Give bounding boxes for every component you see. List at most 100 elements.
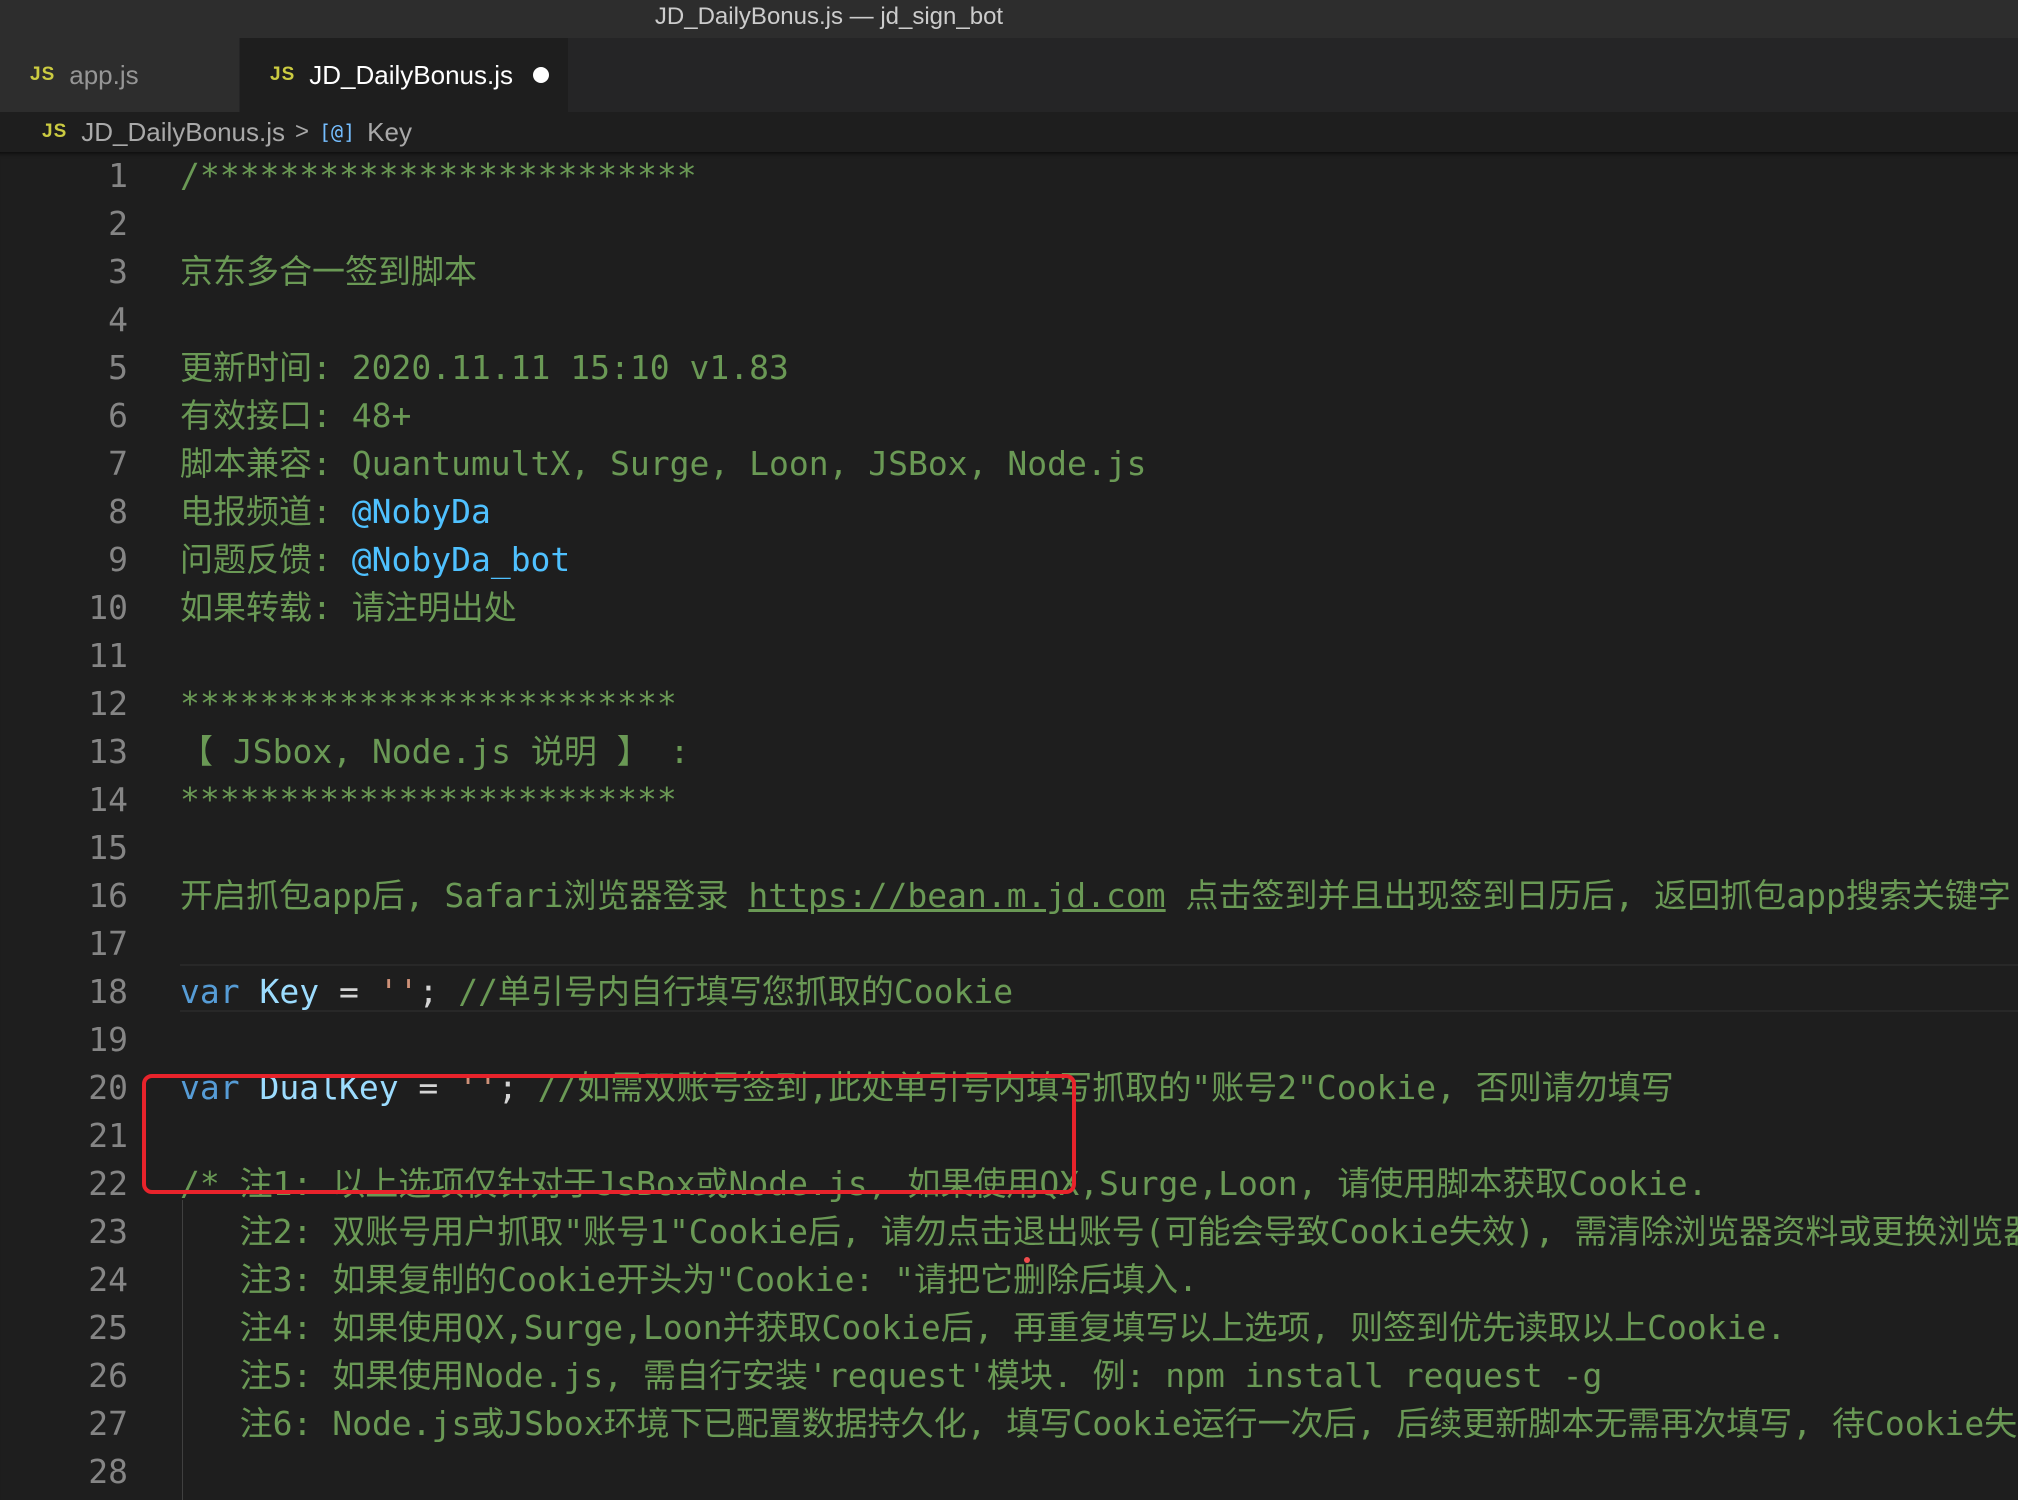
line-text: 注3: 如果复制的Cookie开头为"Cookie: "请把它删除后填入. <box>180 1260 1198 1299</box>
line-number: 25 <box>88 1308 128 1347</box>
code-line-28[interactable]: 28 <box>0 1448 2018 1496</box>
line-number: 1 <box>108 156 128 195</box>
error-squiggle <box>1024 1257 1030 1263</box>
line-number: 7 <box>108 444 128 483</box>
line-text: 注4: 如果使用QX,Surge,Loon并获取Cookie后, 再重复填写以上… <box>180 1308 1787 1347</box>
line-text: 京东多合一签到脚本 <box>180 252 477 291</box>
variable-symbol-icon: [@] <box>319 120 356 144</box>
variable-name: Key <box>259 972 320 1011</box>
code-line-1[interactable]: 1 /************************* <box>0 152 2018 200</box>
line-number: 2 <box>108 204 128 243</box>
line-text: var Key = ''; //单引号内自行填写您抓取的Cookie <box>180 968 1013 1016</box>
comment-text: 点击签到并且出现签到日历后, 返回抓包app搜索关键字 fu <box>1165 876 2018 915</box>
line-text: /************************* <box>180 156 697 195</box>
line-text: 如果转载: 请注明出处 <box>180 588 517 627</box>
line-text: 开启抓包app后, Safari浏览器登录 https://bean.m.jd.… <box>180 872 2018 920</box>
tab-jd-dailybonus-js[interactable]: JS JD_DailyBonus.js <box>240 38 568 112</box>
code-line-10[interactable]: 10 如果转载: 请注明出处 <box>0 584 2018 632</box>
tab-app-js[interactable]: JS app.js <box>0 38 240 112</box>
jsdoc-tag: @NobyDa_bot <box>351 540 571 579</box>
code-line-18[interactable]: 18 var Key = ''; //单引号内自行填写您抓取的Cookie <box>0 968 2018 1016</box>
comment-text: 电报频道: <box>180 492 352 531</box>
semicolon: ; <box>418 972 439 1011</box>
line-number: 18 <box>88 972 128 1011</box>
code-line-13[interactable]: 13 【 JSbox, Node.js 说明 】 : <box>0 728 2018 776</box>
code-line-14[interactable]: 14 ************************* <box>0 776 2018 824</box>
tab-label: app.js <box>69 59 139 90</box>
window-title: JD_DailyBonus.js — jd_sign_bot <box>654 3 1004 30</box>
breadcrumb: JS JD_DailyBonus.js > [@] Key <box>0 112 2018 152</box>
line-number: 14 <box>88 780 128 819</box>
code-line-26[interactable]: 26 注5: 如果使用Node.js, 需自行安装'request'模块. 例:… <box>0 1352 2018 1400</box>
line-number: 3 <box>108 252 128 291</box>
line-text: 更新时间: 2020.11.11 15:10 v1.83 <box>180 348 789 387</box>
code-line-3[interactable]: 3 京东多合一签到脚本 <box>0 248 2018 296</box>
chevron-right-icon: > <box>295 118 310 145</box>
line-number: 9 <box>108 540 128 579</box>
line-text: 注5: 如果使用Node.js, 需自行安装'request'模块. 例: np… <box>180 1356 1603 1395</box>
line-number: 8 <box>108 492 128 531</box>
line-text: 注6: Node.js或JSbox环境下已配置数据持久化, 填写Cookie运行… <box>180 1404 2018 1443</box>
code-line-2[interactable]: 2 <box>0 200 2018 248</box>
unsaved-changes-dot-icon[interactable] <box>533 67 549 83</box>
line-number: 6 <box>108 396 128 435</box>
code-line-11[interactable]: 11 <box>0 632 2018 680</box>
line-text: 注2: 双账号用户抓取"账号1"Cookie后, 请勿点击退出账号(可能会导致C… <box>180 1212 2018 1251</box>
line-number: 26 <box>88 1356 128 1395</box>
line-text: ************************* <box>180 684 677 723</box>
line-number: 12 <box>88 684 128 723</box>
code-line-15[interactable]: 15 <box>0 824 2018 872</box>
code-line-8[interactable]: 8 电报频道: @NobyDa <box>0 488 2018 536</box>
code-line-12[interactable]: 12 ************************* <box>0 680 2018 728</box>
code-line-4[interactable]: 4 <box>0 296 2018 344</box>
code-editor[interactable]: 1 /************************* 2 3 京东多合一签到脚本… <box>0 152 2018 1500</box>
line-text: 电报频道: @NobyDa <box>180 488 491 536</box>
code-line-7[interactable]: 7 脚本兼容: QuantumultX, Surge, Loon, JSBox, … <box>0 440 2018 488</box>
code-line-27[interactable]: 27 注6: Node.js或JSbox环境下已配置数据持久化, 填写Cooki… <box>0 1400 2018 1448</box>
javascript-file-icon: JS <box>270 64 296 85</box>
comment-text: 问题反馈: <box>180 540 352 579</box>
line-number: 19 <box>88 1020 128 1059</box>
line-number: 28 <box>88 1452 128 1491</box>
line-number: 21 <box>88 1116 128 1155</box>
tab-label: JD_DailyBonus.js <box>309 59 513 90</box>
annotation-highlight-box <box>142 1074 1076 1194</box>
comment-text: 开启抓包app后, Safari浏览器登录 <box>180 876 749 915</box>
url-link[interactable]: https://bean.m.jd.com <box>748 876 1165 915</box>
line-number: 22 <box>88 1164 128 1203</box>
code-line-16[interactable]: 16 开启抓包app后, Safari浏览器登录 https://bean.m.j… <box>0 872 2018 920</box>
line-number: 23 <box>88 1212 128 1251</box>
line-number: 11 <box>88 636 128 675</box>
line-text: 有效接口: 48+ <box>180 396 412 435</box>
window-titlebar: JD_DailyBonus.js — jd_sign_bot <box>0 0 2018 39</box>
line-number: 27 <box>88 1404 128 1443</box>
breadcrumb-file[interactable]: JD_DailyBonus.js <box>81 117 285 148</box>
comment-text: //单引号内自行填写您抓取的Cookie <box>438 972 1014 1011</box>
operator: = <box>319 972 379 1011</box>
editor-tab-bar: JS app.js JS JD_DailyBonus.js <box>0 38 2018 112</box>
line-number: 10 <box>88 588 128 627</box>
line-number: 24 <box>88 1260 128 1299</box>
javascript-file-icon: JS <box>30 64 56 85</box>
code-line-6[interactable]: 6 有效接口: 48+ <box>0 392 2018 440</box>
breadcrumb-symbol[interactable]: Key <box>367 117 412 148</box>
jsdoc-tag: @NobyDa <box>351 492 491 531</box>
line-number: 16 <box>88 876 128 915</box>
code-line-24[interactable]: 24 注3: 如果复制的Cookie开头为"Cookie: "请把它删除后填入. <box>0 1256 2018 1304</box>
code-line-23[interactable]: 23 注2: 双账号用户抓取"账号1"Cookie后, 请勿点击退出账号(可能会… <box>0 1208 2018 1256</box>
code-line-17[interactable]: 17 <box>0 920 2018 968</box>
line-text: ************************* <box>180 780 677 819</box>
code-line-9[interactable]: 9 问题反馈: @NobyDa_bot <box>0 536 2018 584</box>
code-line-5[interactable]: 5 更新时间: 2020.11.11 15:10 v1.83 <box>0 344 2018 392</box>
line-number: 13 <box>88 732 128 771</box>
code-line-25[interactable]: 25 注4: 如果使用QX,Surge,Loon并获取Cookie后, 再重复填… <box>0 1304 2018 1352</box>
line-number: 15 <box>88 828 128 867</box>
line-number: 5 <box>108 348 128 387</box>
line-number: 4 <box>108 300 128 339</box>
line-number: 20 <box>88 1068 128 1107</box>
line-text: 【 JSbox, Node.js 说明 】 : <box>180 732 690 771</box>
line-text: 脚本兼容: QuantumultX, Surge, Loon, JSBox, N… <box>180 444 1147 483</box>
line-text: 问题反馈: @NobyDa_bot <box>180 536 570 584</box>
keyword-var: var <box>180 972 240 1011</box>
code-line-19[interactable]: 19 <box>0 1016 2018 1064</box>
